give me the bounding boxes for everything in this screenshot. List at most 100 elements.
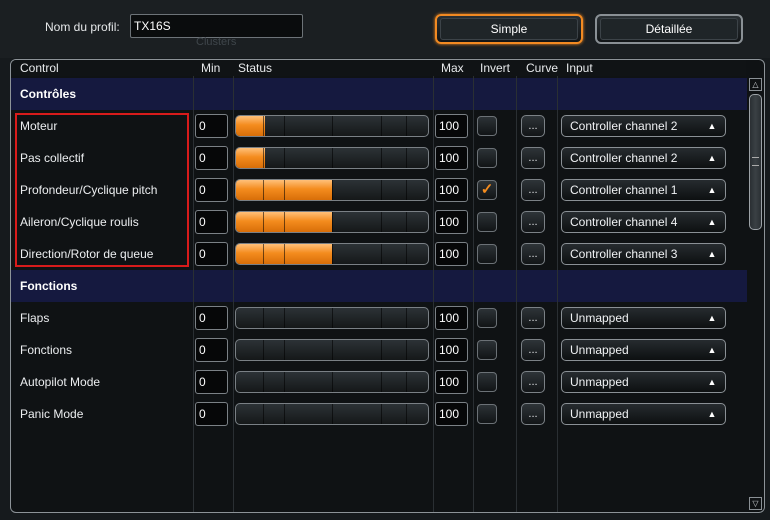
dropdown-arrow-icon: ▲: [707, 409, 717, 419]
input-select[interactable]: Controller channel 3 ▲: [561, 243, 726, 265]
input-select[interactable]: Controller channel 2 ▲: [561, 147, 726, 169]
status-bar-tick: [406, 148, 407, 168]
status-bar-tick: [381, 340, 382, 360]
dropdown-arrow-icon: ▲: [707, 313, 717, 323]
scroll-down-icon[interactable]: ▽: [749, 497, 762, 510]
invert-checkbox[interactable]: [477, 148, 497, 168]
input-select[interactable]: Controller channel 4 ▲: [561, 211, 726, 233]
curve-button[interactable]: ...: [521, 339, 545, 361]
max-field[interactable]: 100: [435, 210, 468, 234]
min-field[interactable]: 0: [195, 146, 228, 170]
invert-checkbox[interactable]: [477, 116, 497, 136]
vertical-scrollbar[interactable]: △ ▽: [748, 78, 764, 510]
max-field[interactable]: 100: [435, 370, 468, 394]
controls-table-panel: Control Min Status Max Invert Curve Inpu…: [10, 59, 765, 513]
simple-mode-button[interactable]: Simple: [435, 14, 583, 44]
status-bar-tick: [263, 212, 264, 232]
status-bar-tick: [263, 372, 264, 392]
min-field[interactable]: 0: [195, 114, 228, 138]
curve-button[interactable]: ...: [521, 115, 545, 137]
input-select[interactable]: Controller channel 1 ▲: [561, 179, 726, 201]
status-bar-tick: [381, 148, 382, 168]
section-title: Fonctions: [20, 279, 78, 293]
curve-button[interactable]: ...: [521, 243, 545, 265]
invert-checkbox[interactable]: ✓: [477, 180, 497, 200]
curve-button[interactable]: ...: [521, 179, 545, 201]
min-field[interactable]: 0: [195, 210, 228, 234]
control-name: Aileron/Cyclique roulis: [20, 215, 139, 229]
header-control: Control: [20, 61, 59, 75]
table-header: Control Min Status Max Invert Curve Inpu…: [11, 60, 746, 76]
scroll-up-icon[interactable]: △: [749, 78, 762, 91]
curve-button[interactable]: ...: [521, 147, 545, 169]
curve-button[interactable]: ...: [521, 371, 545, 393]
min-field[interactable]: 0: [195, 306, 228, 330]
curve-button[interactable]: ...: [521, 211, 545, 233]
status-bar: [235, 179, 429, 201]
input-select-value: Controller channel 3: [570, 247, 678, 261]
status-bar-tick: [332, 372, 333, 392]
max-field[interactable]: 100: [435, 242, 468, 266]
control-name: Autopilot Mode: [20, 375, 101, 389]
curve-button[interactable]: ...: [521, 403, 545, 425]
control-name: Flaps: [20, 311, 50, 325]
status-bar-tick: [332, 244, 333, 264]
status-bar-tick: [381, 308, 382, 328]
curve-button[interactable]: ...: [521, 307, 545, 329]
dropdown-arrow-icon: ▲: [707, 217, 717, 227]
dropdown-arrow-icon: ▲: [707, 185, 717, 195]
table-row: Panic Mode 0 100... Unmapped ▲: [11, 398, 747, 430]
status-bar-tick: [381, 404, 382, 424]
status-bar-tick: [263, 244, 264, 264]
column-divider: [193, 76, 194, 512]
header-min: Min: [201, 61, 221, 75]
status-bar-tick: [332, 116, 333, 136]
input-select-value: Controller channel 2: [570, 151, 678, 165]
min-field[interactable]: 0: [195, 338, 228, 362]
table-row: Autopilot Mode 0 100... Unmapped ▲: [11, 366, 747, 398]
invert-checkbox[interactable]: [477, 404, 497, 424]
input-select-value: Controller channel 2: [570, 119, 678, 133]
max-field[interactable]: 100: [435, 306, 468, 330]
checkmark-icon: ✓: [480, 181, 494, 198]
control-name: Profondeur/Cyclique pitch: [20, 183, 158, 197]
section-header: Contrôles: [11, 78, 747, 110]
control-name: Fonctions: [20, 343, 73, 357]
input-select[interactable]: Unmapped ▲: [561, 371, 726, 393]
invert-checkbox[interactable]: [477, 244, 497, 264]
invert-checkbox[interactable]: [477, 308, 497, 328]
min-field[interactable]: 0: [195, 402, 228, 426]
max-field[interactable]: 100: [435, 114, 468, 138]
column-divider: [433, 76, 434, 512]
dropdown-arrow-icon: ▲: [707, 377, 717, 387]
input-select-value: Controller channel 4: [570, 215, 678, 229]
max-field[interactable]: 100: [435, 178, 468, 202]
max-field[interactable]: 100: [435, 338, 468, 362]
scrollbar-thumb[interactable]: [749, 94, 762, 230]
status-bar-tick: [263, 148, 264, 168]
input-select[interactable]: Controller channel 2 ▲: [561, 115, 726, 137]
min-field[interactable]: 0: [195, 178, 228, 202]
status-bar-tick: [332, 180, 333, 200]
status-bar: [235, 371, 429, 393]
simple-mode-label: Simple: [490, 22, 528, 36]
max-field[interactable]: 100: [435, 146, 468, 170]
input-select[interactable]: Unmapped ▲: [561, 339, 726, 361]
max-field[interactable]: 100: [435, 402, 468, 426]
status-bar-tick: [332, 212, 333, 232]
control-name: Moteur: [20, 119, 58, 133]
dropdown-arrow-icon: ▲: [707, 249, 717, 259]
min-field[interactable]: 0: [195, 242, 228, 266]
input-select-value: Unmapped: [570, 375, 629, 389]
invert-checkbox[interactable]: [477, 340, 497, 360]
min-field[interactable]: 0: [195, 370, 228, 394]
status-bar: [235, 403, 429, 425]
input-select[interactable]: Unmapped ▲: [561, 307, 726, 329]
header-input: Input: [566, 61, 593, 75]
invert-checkbox[interactable]: [477, 212, 497, 232]
invert-checkbox[interactable]: [477, 372, 497, 392]
input-select[interactable]: Unmapped ▲: [561, 403, 726, 425]
detailed-mode-button[interactable]: Détaillée: [595, 14, 743, 44]
table-row: Moteur 0 100... Controller channel 2 ▲: [11, 110, 747, 142]
profile-name-input[interactable]: [130, 14, 303, 38]
